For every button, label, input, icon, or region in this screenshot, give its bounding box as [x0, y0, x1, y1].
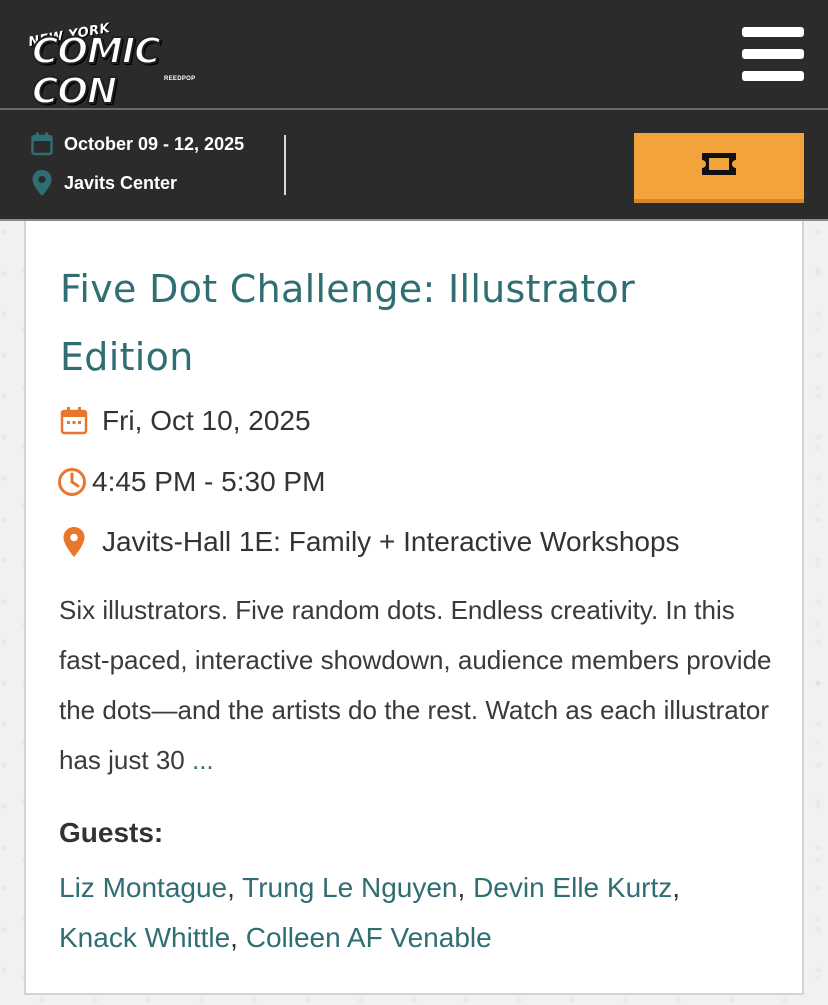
session-location-text: Javits-Hall 1E: Family + Interactive Wor…: [102, 526, 680, 557]
guest-link[interactable]: Trung Le Nguyen: [242, 872, 457, 903]
guest-link[interactable]: Knack Whittle: [59, 922, 230, 953]
buy-tickets-button[interactable]: [634, 133, 804, 203]
guests-heading: Guests:: [59, 817, 164, 848]
guest-link[interactable]: Liz Montague: [59, 872, 227, 903]
calendar-icon: [58, 405, 90, 437]
guest-list: Liz Montague, Trung Le Nguyen, Devin Ell…: [59, 872, 681, 953]
logo-text-reedpop: REEDPOP: [164, 76, 196, 82]
session-location: Javits-Hall 1E: Family + Interactive Wor…: [58, 526, 680, 558]
session-date: Fri, Oct 10, 2025: [58, 405, 311, 437]
session-description: Six illustrators. Five random dots. Endl…: [59, 585, 779, 785]
ticket-icon: [700, 151, 738, 182]
logo-text-comic-con: COMIC CON: [31, 31, 162, 113]
session-description-text: Six illustrators. Five random dots. Endl…: [59, 595, 772, 775]
hamburger-icon[interactable]: [742, 27, 804, 81]
session-card: Five Dot Challenge: Illustrator Edition …: [24, 221, 804, 995]
guest-link[interactable]: Colleen AF Venable: [246, 922, 492, 953]
session-title[interactable]: Five Dot Challenge: Illustrator Edition: [60, 255, 760, 391]
event-dates-text: October 09 - 12, 2025: [64, 133, 245, 154]
location-pin-icon: [30, 170, 54, 196]
session-date-text: Fri, Oct 10, 2025: [102, 405, 311, 436]
top-nav: NEW YORK COMIC CON REEDPOP: [0, 0, 828, 113]
site-logo[interactable]: NEW YORK COMIC CON REEDPOP: [26, 21, 208, 113]
clock-icon: [56, 466, 88, 498]
location-pin-icon: [58, 526, 90, 558]
read-more-link[interactable]: ...: [192, 745, 214, 775]
session-time: 4:45 PM - 5:30 PM: [56, 466, 325, 498]
event-venue-text: Javits Center: [64, 172, 178, 193]
event-venue: Javits Center: [30, 170, 177, 196]
event-dates: October 09 - 12, 2025: [30, 131, 244, 157]
guest-link[interactable]: Devin Elle Kurtz: [473, 872, 672, 903]
session-time-text: 4:45 PM - 5:30 PM: [92, 466, 326, 497]
calendar-icon: [30, 131, 54, 157]
info-divider: [284, 135, 286, 195]
